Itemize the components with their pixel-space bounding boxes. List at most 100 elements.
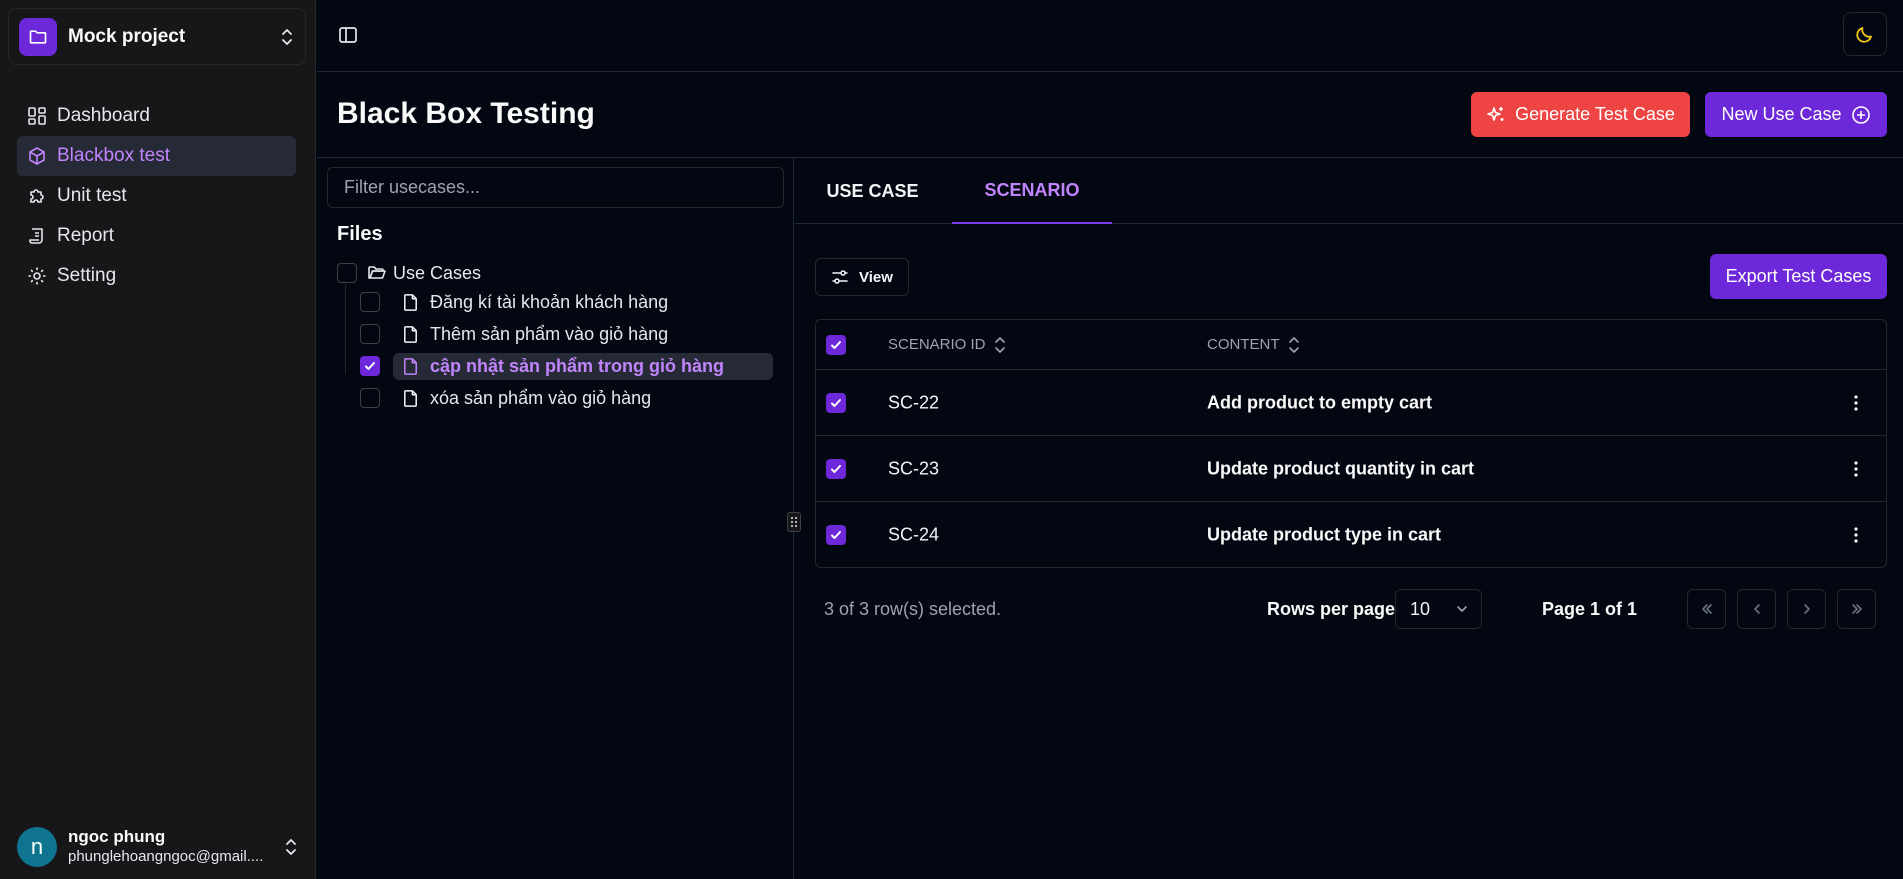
plus-circle-icon [1851, 105, 1871, 125]
generate-test-case-label: Generate Test Case [1515, 104, 1675, 124]
tree-item-checkbox[interactable] [360, 388, 380, 408]
tree-item-row[interactable]: Đăng kí tài khoản khách hàng [393, 289, 773, 316]
rows-per-page-label: Rows per page [1267, 599, 1396, 619]
user-name: ngoc phung [68, 827, 166, 846]
sidebar-item-label: Setting [57, 265, 117, 286]
scenario-id-cell: SC-22 [888, 392, 940, 412]
tree-item-label: cập nhật sản phẩm trong giỏ hàng [430, 355, 725, 376]
gear-icon [27, 266, 47, 286]
tree-guide-line [345, 284, 346, 374]
sidebar: Mock project Dashboard Blackbox test Uni… [0, 0, 316, 879]
tree-item-selected[interactable]: cập nhật sản phẩm trong giỏ hàng [360, 350, 780, 382]
tree-item-row[interactable]: Thêm sản phẩm vào giỏ hàng [393, 321, 773, 348]
sidebar-item-label: Report [57, 225, 115, 246]
row-checkbox[interactable] [826, 525, 846, 545]
table-row[interactable]: SC-24 Update product type in cart [816, 502, 1886, 568]
column-header-scenario-id[interactable]: SCENARIO ID [888, 336, 1006, 354]
view-options-button[interactable]: View [815, 258, 909, 296]
tree-item-label: xóa sản phẩm vào giỏ hàng [430, 387, 652, 408]
row-checkbox[interactable] [826, 392, 846, 413]
file-panel: Files Use Cases Đăng kí tài khoản khách … [317, 158, 794, 879]
tree-item-checkbox[interactable] [360, 356, 380, 376]
file-icon [401, 389, 420, 408]
selected-rows-count: 3 of 3 row(s) selected. [824, 599, 1002, 619]
sliders-icon [831, 268, 849, 286]
scenario-table: SCENARIO ID CONTENT SC-22 Add product to… [815, 319, 1887, 568]
generate-test-case-button[interactable]: Generate Test Case [1471, 92, 1690, 137]
tree-item-row[interactable]: cập nhật sản phẩm trong giỏ hàng [393, 352, 773, 380]
view-label: View [859, 268, 893, 286]
column-header-label: SCENARIO ID [888, 336, 986, 353]
moon-icon [1855, 24, 1875, 44]
tree-item[interactable]: Thêm sản phẩm vào giỏ hàng [360, 318, 780, 350]
export-test-cases-button[interactable]: Export Test Cases [1710, 254, 1887, 299]
next-page-button[interactable] [1787, 589, 1826, 629]
sidebar-item-unit-test[interactable]: Unit test [17, 176, 296, 216]
tree-item-checkbox[interactable] [360, 292, 380, 312]
scenario-content-cell: Update product type in cart [1207, 524, 1442, 545]
table-header-row: SCENARIO ID CONTENT [816, 320, 1886, 370]
file-icon [401, 293, 420, 312]
tree-item-checkbox[interactable] [360, 324, 380, 344]
rows-per-page-value: 10 [1410, 598, 1431, 619]
filter-usecases-input[interactable] [327, 167, 784, 208]
sidebar-toggle-icon[interactable] [337, 24, 359, 46]
tree-root-checkbox[interactable] [337, 263, 357, 283]
page-indicator: Page 1 of 1 [1542, 599, 1638, 619]
folder-open-icon [367, 263, 387, 283]
previous-page-button[interactable] [1737, 589, 1776, 629]
column-header-content[interactable]: CONTENT [1207, 336, 1300, 354]
tree-item-label: Đăng kí tài khoản khách hàng [430, 291, 669, 312]
tree-children: Đăng kí tài khoản khách hàng Thêm sản ph… [360, 286, 780, 414]
sidebar-item-report[interactable]: Report [17, 216, 296, 256]
page-title: Black Box Testing [337, 97, 595, 130]
sidebar-item-dashboard[interactable]: Dashboard [17, 96, 296, 136]
tree-item[interactable]: Đăng kí tài khoản khách hàng [360, 286, 780, 318]
last-page-button[interactable] [1837, 589, 1876, 629]
theme-toggle-button[interactable] [1843, 12, 1887, 56]
panel-resize-handle[interactable] [787, 512, 801, 532]
tab-use-case[interactable]: USE CASE [795, 158, 950, 224]
sidebar-item-label: Dashboard [57, 105, 150, 126]
project-name: Mock project [68, 25, 186, 47]
file-icon [401, 325, 420, 344]
new-use-case-button[interactable]: New Use Case [1705, 92, 1887, 137]
files-heading: Files [337, 223, 383, 245]
tab-scenario[interactable]: SCENARIO [952, 158, 1112, 224]
row-checkbox[interactable] [826, 458, 846, 479]
grip-vertical-icon [790, 516, 798, 528]
table-row[interactable]: SC-22 Add product to empty cart [816, 370, 1886, 436]
tree-root-label: Use Cases [393, 262, 482, 283]
chevrons-left-icon [1699, 601, 1715, 617]
box-icon [27, 146, 47, 166]
new-use-case-label: New Use Case [1721, 104, 1842, 124]
scenario-content-cell: Update product quantity in cart [1207, 458, 1475, 478]
more-vertical-icon[interactable] [1854, 394, 1858, 411]
sidebar-item-blackbox-test[interactable]: Blackbox test [17, 136, 296, 176]
chevrons-up-down-icon [283, 837, 299, 857]
user-info: ngoc phung phunglehoangngoc@gmail.... [68, 827, 283, 867]
sort-icon [994, 336, 1006, 354]
sparkles-icon [1486, 105, 1506, 125]
chevrons-right-icon [1849, 601, 1865, 617]
user-menu[interactable]: n ngoc phung phunglehoangngoc@gmail.... [17, 825, 299, 869]
tree-root-use-cases[interactable]: Use Cases [337, 258, 481, 288]
sidebar-item-setting[interactable]: Setting [17, 256, 296, 296]
rows-per-page-select[interactable]: 10 [1395, 589, 1482, 629]
scenario-content-cell: Add product to empty cart [1207, 392, 1433, 412]
more-vertical-icon[interactable] [1854, 527, 1858, 543]
tree-item[interactable]: xóa sản phẩm vào giỏ hàng [360, 382, 780, 414]
user-email: phunglehoangngoc@gmail.... [68, 848, 264, 865]
content-tabs: USE CASE SCENARIO [795, 158, 1903, 224]
dashboard-icon [27, 106, 47, 126]
select-all-checkbox[interactable] [826, 334, 846, 355]
scenario-id-cell: SC-23 [888, 458, 940, 478]
table-row[interactable]: SC-23 Update product quantity in cart [816, 436, 1886, 502]
tree-item-row[interactable]: xóa sản phẩm vào giỏ hàng [393, 385, 773, 412]
sidebar-item-label: Unit test [57, 185, 127, 206]
project-switcher[interactable]: Mock project [8, 8, 306, 65]
more-vertical-icon[interactable] [1854, 460, 1858, 477]
scroll-icon [27, 226, 47, 246]
first-page-button[interactable] [1687, 589, 1726, 629]
puzzle-icon [27, 186, 47, 206]
